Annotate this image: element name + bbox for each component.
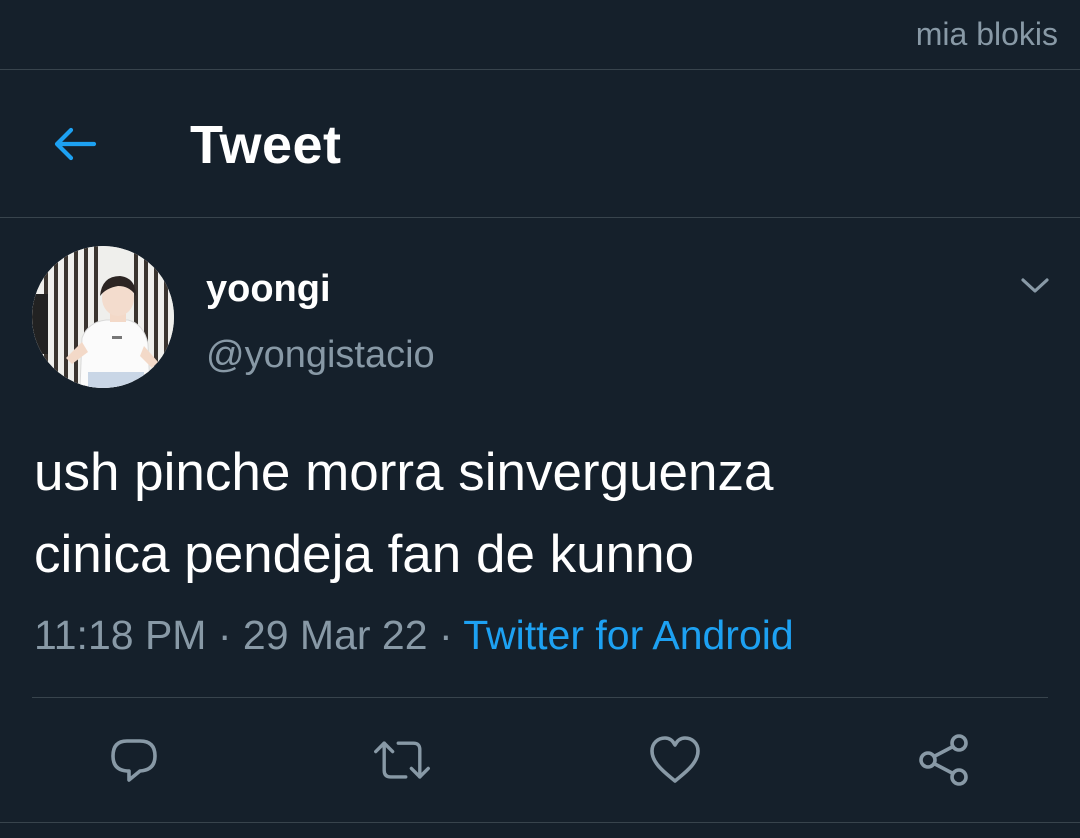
watermark-text: mia blokis	[915, 16, 1058, 52]
chevron-down-icon	[1021, 278, 1049, 293]
tweet-meta: 11:18 PM · 29 Mar 22 · Twitter for Andro…	[34, 612, 794, 659]
tweet-time: 11:18 PM	[34, 612, 207, 658]
arrow-left-icon	[54, 127, 97, 161]
top-status-bar: mia blokis	[0, 0, 1080, 70]
bottom-divider	[0, 822, 1080, 823]
reply-icon	[111, 739, 157, 782]
tweet-date: 29 Mar 22	[242, 612, 428, 658]
tweet-text-line: cinica pendeja fan de kunno	[34, 525, 695, 584]
share-button[interactable]	[914, 730, 974, 790]
meta-separator: ·	[217, 612, 232, 658]
tweet-text: ush pinche morra sinverguenza cinica pen…	[34, 432, 1044, 596]
meta-separator: ·	[438, 612, 453, 658]
user-handle[interactable]: @yongistacio	[206, 334, 435, 377]
tweet-text-line: ush pinche morra sinverguenza	[34, 443, 774, 502]
display-name[interactable]: yoongi	[206, 268, 331, 311]
like-icon	[650, 736, 700, 783]
avatar-photo	[32, 246, 174, 388]
tweet-menu-button[interactable]	[1012, 266, 1058, 306]
retweet-icon	[374, 741, 430, 779]
share-icon	[919, 734, 968, 786]
app-header: Tweet	[0, 70, 1080, 218]
back-button[interactable]	[44, 116, 104, 172]
page-title: Tweet	[190, 115, 342, 175]
like-button[interactable]	[645, 730, 705, 790]
reply-button[interactable]	[104, 730, 164, 790]
divider	[32, 697, 1048, 698]
retweet-button[interactable]	[372, 730, 432, 790]
avatar[interactable]	[32, 246, 174, 388]
tweet-source-link[interactable]: Twitter for Android	[463, 612, 793, 658]
